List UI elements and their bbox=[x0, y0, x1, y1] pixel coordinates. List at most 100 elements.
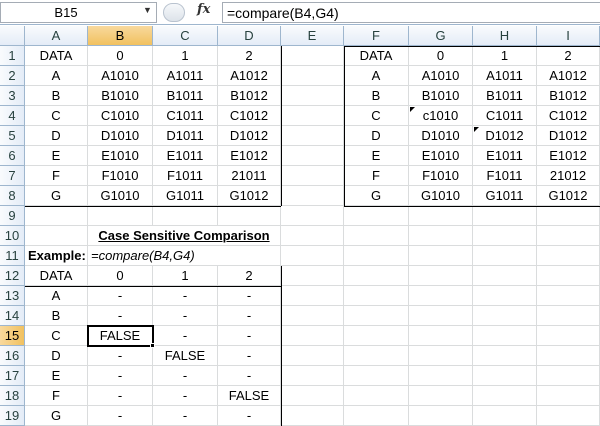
table-cell[interactable]: D1011 bbox=[153, 126, 218, 146]
table-cell[interactable]: G1012 bbox=[537, 186, 600, 206]
table-cell[interactable]: - bbox=[218, 346, 281, 366]
row-header-5[interactable]: 5 bbox=[0, 126, 25, 146]
table-cell[interactable]: D bbox=[344, 126, 409, 146]
table-header-cell[interactable]: 1 bbox=[473, 46, 537, 66]
row-header-16[interactable]: 16 bbox=[0, 346, 25, 366]
grid-cell[interactable] bbox=[25, 206, 88, 226]
table-cell[interactable]: - bbox=[88, 386, 153, 406]
table-cell[interactable]: G bbox=[25, 186, 88, 206]
table-cell[interactable]: B bbox=[25, 86, 88, 106]
table-cell[interactable]: B1011 bbox=[473, 86, 537, 106]
row-header-4[interactable]: 4 bbox=[0, 106, 25, 126]
column-header-h[interactable]: H bbox=[473, 26, 537, 46]
row-header-9[interactable]: 9 bbox=[0, 206, 25, 226]
table-cell[interactable]: D bbox=[25, 346, 88, 366]
table-cell[interactable]: - bbox=[153, 406, 218, 426]
spreadsheet-grid[interactable]: ABCDEFGHI 1 2 3 4 5 6 7 8 9 10 11 12 13 14 15 16 17 18 19 … bbox=[0, 26, 600, 426]
table-cell[interactable]: B1012 bbox=[537, 86, 600, 106]
table-cell[interactable]: F bbox=[25, 166, 88, 186]
table-cell[interactable]: C bbox=[25, 326, 88, 346]
table-cell[interactable]: 21012 bbox=[537, 166, 600, 186]
table-cell[interactable]: C bbox=[344, 106, 409, 126]
table-cell[interactable]: D1012 bbox=[473, 126, 537, 146]
table-cell[interactable]: E1012 bbox=[537, 146, 600, 166]
table-cell[interactable]: G1012 bbox=[218, 186, 281, 206]
table-cell[interactable]: FALSE bbox=[218, 386, 281, 406]
table-cell[interactable]: D1012 bbox=[537, 126, 600, 146]
table-cell[interactable]: C1011 bbox=[473, 106, 537, 126]
grid-cell[interactable] bbox=[281, 286, 344, 306]
grid-cell[interactable] bbox=[281, 226, 344, 246]
table-cell[interactable]: E1010 bbox=[409, 146, 473, 166]
table-cell[interactable]: A bbox=[344, 66, 409, 86]
table-cell[interactable]: E1012 bbox=[218, 146, 281, 166]
grid-cell[interactable] bbox=[344, 266, 409, 286]
table-cell[interactable]: C1010 bbox=[88, 106, 153, 126]
table-header-cell[interactable]: 1 bbox=[153, 266, 218, 286]
example-formula[interactable]: =compare(B4,G4) bbox=[88, 246, 281, 266]
table-header-cell[interactable]: DATA bbox=[344, 46, 409, 66]
table-cell[interactable]: G bbox=[344, 186, 409, 206]
name-box[interactable]: B15 ▼ bbox=[0, 2, 157, 23]
table-header-cell[interactable]: DATA bbox=[25, 266, 88, 286]
row-header-8[interactable]: 8 bbox=[0, 186, 25, 206]
table-cell[interactable]: - bbox=[153, 306, 218, 326]
grid-cell[interactable] bbox=[473, 226, 537, 246]
grid-cell[interactable] bbox=[537, 306, 600, 326]
grid-cell[interactable] bbox=[537, 266, 600, 286]
grid-cell[interactable] bbox=[218, 206, 281, 226]
row-header-19[interactable]: 19 bbox=[0, 406, 25, 426]
table-header-cell[interactable]: 2 bbox=[218, 46, 281, 66]
row-header-2[interactable]: 2 bbox=[0, 66, 25, 86]
table-cell[interactable]: F bbox=[25, 386, 88, 406]
grid-cell[interactable] bbox=[281, 306, 344, 326]
table-cell[interactable]: E bbox=[25, 366, 88, 386]
grid-cell[interactable] bbox=[281, 206, 344, 226]
grid-cell[interactable] bbox=[537, 386, 600, 406]
grid-cell[interactable] bbox=[344, 306, 409, 326]
grid-cell[interactable] bbox=[88, 206, 153, 226]
grid-cell[interactable] bbox=[409, 386, 473, 406]
table-cell[interactable]: D1010 bbox=[88, 126, 153, 146]
table-cell[interactable]: A1011 bbox=[153, 66, 218, 86]
row-header-1[interactable]: 1 bbox=[0, 46, 25, 66]
grid-cell[interactable] bbox=[473, 366, 537, 386]
grid-cell[interactable] bbox=[409, 206, 473, 226]
table-cell[interactable]: E1010 bbox=[88, 146, 153, 166]
grid-cell[interactable] bbox=[281, 126, 344, 146]
table-cell[interactable]: 21011 bbox=[218, 166, 281, 186]
table-cell[interactable]: G1011 bbox=[473, 186, 537, 206]
formula-input[interactable]: =compare(B4,G4) bbox=[222, 2, 600, 23]
table-cell[interactable]: D1010 bbox=[409, 126, 473, 146]
table-cell[interactable]: B1011 bbox=[153, 86, 218, 106]
table-cell[interactable]: A1012 bbox=[537, 66, 600, 86]
grid-cell[interactable] bbox=[473, 406, 537, 426]
grid-cell[interactable] bbox=[409, 266, 473, 286]
grid-cell[interactable] bbox=[473, 286, 537, 306]
table-cell[interactable]: - bbox=[88, 306, 153, 326]
grid-cell[interactable] bbox=[473, 266, 537, 286]
table-cell[interactable]: - bbox=[153, 326, 218, 346]
table-cell[interactable]: D bbox=[25, 126, 88, 146]
grid-cell[interactable] bbox=[409, 366, 473, 386]
grid-cell[interactable] bbox=[281, 66, 344, 86]
table-cell[interactable]: B1012 bbox=[218, 86, 281, 106]
example-label[interactable]: Example: bbox=[25, 246, 88, 266]
grid-cell[interactable] bbox=[537, 346, 600, 366]
row-header-15[interactable]: 15 bbox=[0, 326, 25, 346]
grid-cell[interactable] bbox=[537, 246, 600, 266]
table-header-cell[interactable]: 1 bbox=[153, 46, 218, 66]
grid-cell[interactable] bbox=[344, 326, 409, 346]
table-cell[interactable]: A1010 bbox=[88, 66, 153, 86]
table-cell[interactable]: - bbox=[88, 286, 153, 306]
column-header-b[interactable]: B bbox=[88, 26, 153, 46]
grid-cell[interactable] bbox=[344, 286, 409, 306]
table-header-cell[interactable]: 2 bbox=[218, 266, 281, 286]
table-cell[interactable]: B bbox=[344, 86, 409, 106]
table-cell[interactable]: F1011 bbox=[473, 166, 537, 186]
grid-cell[interactable] bbox=[281, 46, 344, 66]
grid-cell[interactable] bbox=[409, 226, 473, 246]
table-cell[interactable]: - bbox=[218, 406, 281, 426]
row-header-6[interactable]: 6 bbox=[0, 146, 25, 166]
chevron-down-icon[interactable]: ▼ bbox=[143, 5, 152, 15]
